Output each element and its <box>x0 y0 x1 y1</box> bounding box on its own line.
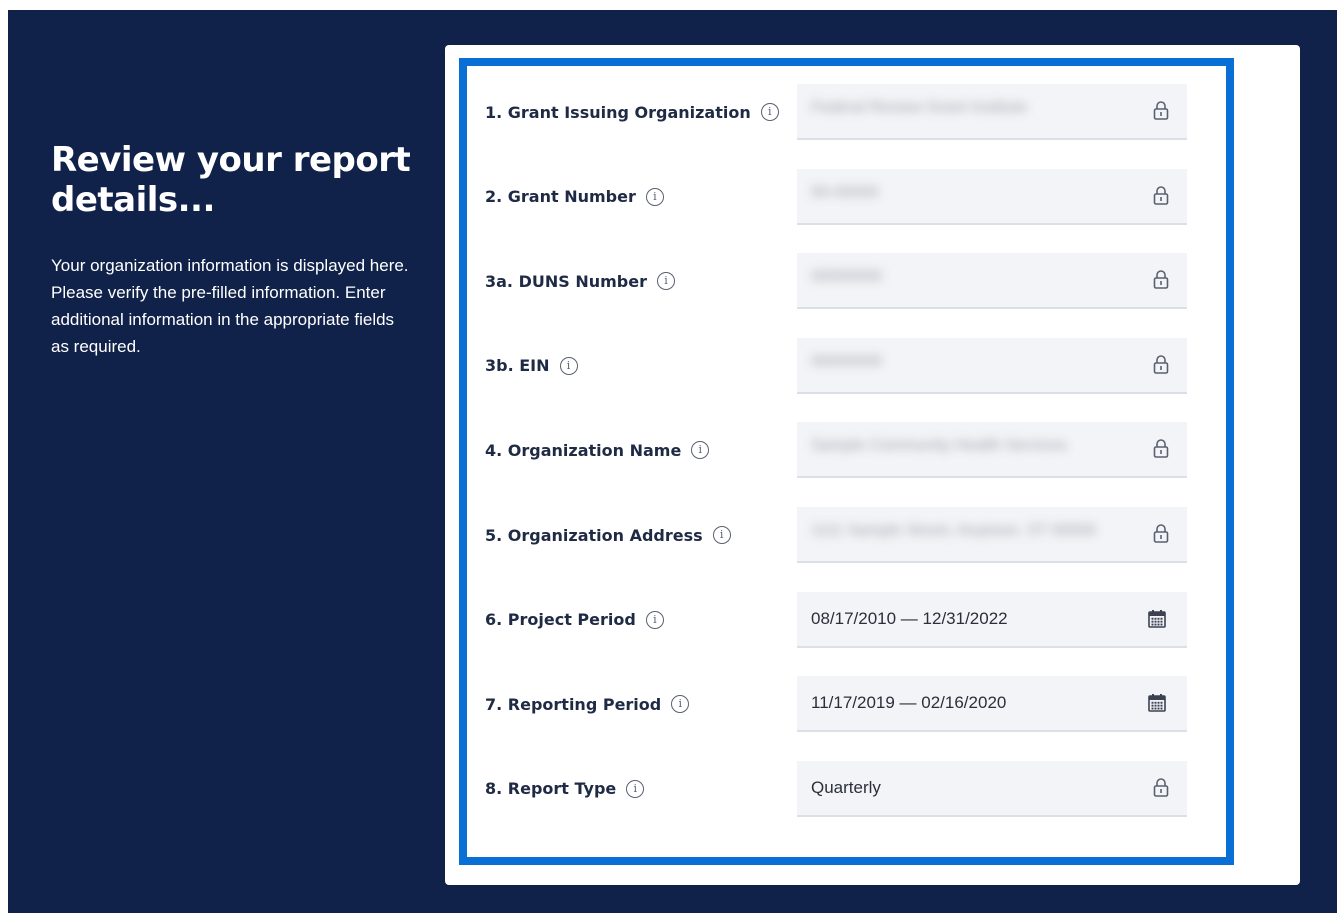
info-icon[interactable]: i <box>645 187 664 206</box>
calendar-icon[interactable] <box>1147 693 1167 713</box>
field-label-text: 1. Grant Issuing Organization <box>485 102 751 122</box>
duns-number-field: 00000000 <box>797 253 1187 310</box>
field-label-text: 2. Grant Number <box>485 187 636 207</box>
form-row-project-period: 6. Project Period i 08/17/2010 — 12/31/202… <box>485 591 1205 648</box>
organization-name-field: Sample Community Health Services <box>797 422 1187 479</box>
field-label-organization-address: 5. Organization Address i <box>485 507 731 563</box>
grant-issuing-organization-field: Federal Review Grant Institute <box>797 84 1187 140</box>
field-label-reporting-period: 7. Reporting Period i <box>485 676 690 732</box>
form-row-ein: 3b. EIN i 00000000 <box>485 337 1205 394</box>
reporting-period-value: 11/17/2019 — 02/16/2020 <box>811 693 1007 713</box>
lock-icon <box>1153 101 1169 120</box>
info-icon[interactable]: i <box>626 779 645 798</box>
grant-number-field: 90-00000 <box>797 168 1187 225</box>
ein-field: 00000000 <box>797 337 1187 394</box>
report-details-card: 1. Grant Issuing Organization i Federal Re… <box>445 45 1300 885</box>
info-icon[interactable]: i <box>559 356 578 375</box>
form-row-duns-number: 3a. DUNS Number i 00000000 <box>485 253 1205 310</box>
field-label-text: 3b. EIN <box>485 356 550 376</box>
info-icon[interactable]: i <box>645 610 664 629</box>
field-label-ein: 3b. EIN i <box>485 338 578 394</box>
field-label-text: 7. Reporting Period <box>485 694 662 714</box>
field-label-report-type: 8. Report Type i <box>485 761 645 817</box>
field-label-text: 4. Organization Name <box>485 440 682 460</box>
form-row-report-type: 8. Report Type i Quarterly <box>485 760 1205 817</box>
field-label-text: 8. Report Type <box>485 779 617 799</box>
report-details-form: 1. Grant Issuing Organization i Federal Re… <box>459 58 1234 865</box>
form-row-grant-number: 2. Grant Number i 90-00000 <box>485 168 1205 225</box>
info-icon[interactable]: i <box>691 441 710 460</box>
info-icon[interactable]: i <box>712 526 731 544</box>
lock-icon <box>1153 439 1169 459</box>
project-period-value: 08/17/2010 — 12/31/2022 <box>811 608 1008 628</box>
lock-icon <box>1153 524 1169 543</box>
duns-number-value: 00000000 <box>811 268 883 286</box>
grant-number-value: 90-00000 <box>811 183 879 201</box>
form-row-organization-name: 4. Organization Name i Sample Community He… <box>485 422 1205 479</box>
page-background: Review your report details... Your organ… <box>8 10 1337 913</box>
lock-icon <box>1153 185 1169 205</box>
grant-issuing-organization-value: Federal Review Grant Institute <box>811 99 1028 116</box>
reporting-period-field[interactable]: 11/17/2019 — 02/16/2020 <box>797 676 1187 733</box>
organization-address-field: 1111 Sample Street, Anytown, ST 00000 <box>797 507 1187 563</box>
organization-name-value: Sample Community Health Services <box>811 437 1068 455</box>
report-type-value: Quarterly <box>811 777 881 797</box>
field-label-text: 3a. DUNS Number <box>485 271 647 291</box>
info-icon[interactable]: i <box>760 103 779 121</box>
lock-icon <box>1153 270 1169 289</box>
field-label-project-period: 6. Project Period i <box>485 592 664 648</box>
calendar-icon[interactable] <box>1147 609 1167 629</box>
form-row-reporting-period: 7. Reporting Period i 11/17/2019 — 02/16/2… <box>485 676 1205 733</box>
form-row-grant-issuing-organization: 1. Grant Issuing Organization i Federal Re… <box>485 84 1205 140</box>
report-type-field: Quarterly <box>797 760 1187 817</box>
lock-icon <box>1153 355 1169 374</box>
info-icon[interactable]: i <box>656 272 675 291</box>
page-description: Your organization information is display… <box>51 256 409 356</box>
ein-value: 00000000 <box>811 352 883 370</box>
field-label-grant-issuing-organization: 1. Grant Issuing Organization i <box>485 84 779 140</box>
field-label-organization-name: 4. Organization Name i <box>485 422 710 478</box>
field-label-text: 6. Project Period <box>485 610 636 630</box>
info-icon[interactable]: i <box>671 695 690 714</box>
lock-icon <box>1153 778 1169 797</box>
form-row-organization-address: 5. Organization Address i 1111 Sample Stre… <box>485 507 1205 563</box>
field-label-grant-number: 2. Grant Number i <box>485 169 664 225</box>
page-title: Review your report details... <box>51 140 411 220</box>
organization-address-value: 1111 Sample Street, Anytown, ST 00000 <box>811 522 1097 539</box>
field-label-text: 5. Organization Address <box>485 525 703 545</box>
project-period-field[interactable]: 08/17/2010 — 12/31/2022 <box>797 591 1187 648</box>
intro-panel: Review your report details... Your organ… <box>51 140 411 360</box>
field-label-duns-number: 3a. DUNS Number i <box>485 253 675 309</box>
